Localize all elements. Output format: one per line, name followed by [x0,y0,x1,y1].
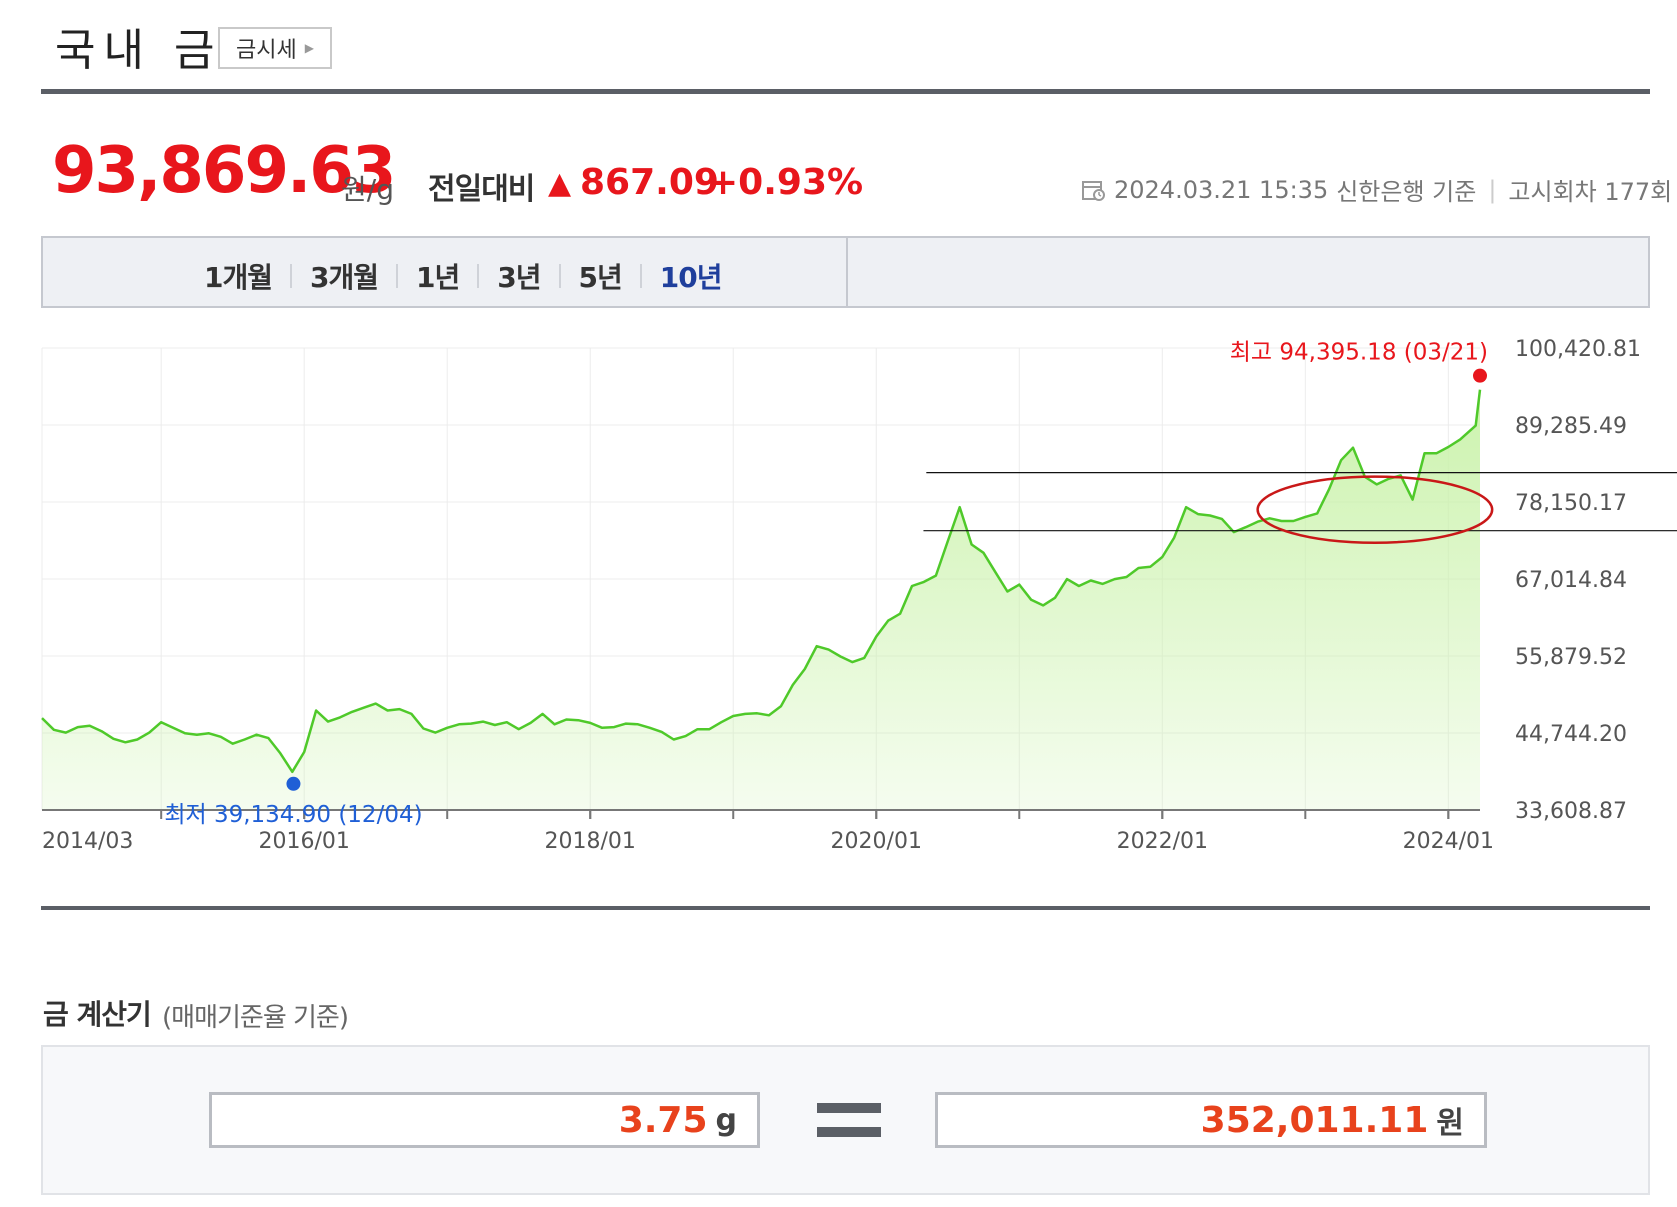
gold-price-chart: 100,420.81 89,285.49 78,150.17 67,014.84 55,… [41,337,1677,854]
x-tick-label: 2016/01 [258,829,349,854]
x-tick-label: 2018/01 [545,829,636,854]
price-area [42,389,1480,810]
gold-price-button[interactable]: 금시세 ▶ [218,27,332,69]
tab-separator [290,264,293,288]
tab-separator [558,264,561,288]
calculator-subtitle: (매매기준율 기준) [162,1003,349,1033]
tab-period-4[interactable]: 5년 [579,256,623,296]
tab-period-1[interactable]: 3개월 [310,256,379,296]
y-tick-label: 89,285.49 [1515,414,1627,439]
change-label: 전일대비 [428,172,535,207]
x-tick-label: 2020/01 [831,829,922,854]
x-tick-label: 2024/01 [1403,829,1494,854]
y-tick-label: 100,420.81 [1515,337,1641,362]
equals-icon [817,1103,881,1139]
up-arrow-icon: ▲ [548,166,572,201]
gram-unit: g [715,1102,737,1138]
chart-divider [41,906,1650,910]
won-unit: 원 [1436,1106,1464,1141]
x-tick-label: 2014/03 [42,829,133,854]
page-title: 국내 금 [55,25,223,76]
x-tick-label: 2022/01 [1117,829,1208,854]
tab-period-2[interactable]: 1년 [416,256,460,296]
tab-separator [396,264,399,288]
won-output[interactable]: 352,011.11 원 [935,1092,1487,1148]
notice-round: 고시회차 177회 [1508,178,1673,206]
tab-bar-divider [846,236,848,308]
y-tick-label: 78,150.17 [1515,491,1627,516]
min-point-marker [286,776,301,791]
y-tick-label: 67,014.84 [1515,568,1627,593]
gold-price-button-label: 금시세 [236,38,297,63]
tab-period-3[interactable]: 3년 [497,256,541,296]
header-divider [41,89,1650,94]
y-tick-label: 33,608.87 [1515,799,1627,824]
price-meta: 2024.03.21 15:35 신한은행 기준 | 고시회차 177회 [1082,172,1672,207]
change-value: 867.09 [580,162,719,203]
max-label: 최고 94,395.18 (03/21) [1230,340,1488,366]
price-unit: 원/g [341,173,394,206]
tab-separator [639,264,642,288]
calendar-icon [1082,180,1105,201]
change-percent: +0.93% [708,162,864,203]
y-tick-label: 44,744.20 [1515,722,1627,747]
calculator-title: 금 계산기 [43,998,152,1031]
tab-separator [477,264,480,288]
meta-separator: | [1488,175,1497,204]
won-value: 352,011.11 [1200,1099,1429,1141]
tab-period-0[interactable]: 1개월 [204,256,273,296]
min-label: 최저 39,134.90 (12/04) [164,802,422,828]
tab-period-5[interactable]: 10년 [660,256,723,296]
period-tabs: 1개월 3개월 1년 3년 5년 10년 [204,256,723,296]
triangle-right-icon: ▶ [304,41,314,55]
max-point-marker [1473,368,1487,383]
gram-input[interactable]: 3.75 g [209,1092,760,1148]
source: 신한은행 기준 [1336,178,1477,206]
gram-value: 3.75 [618,1099,708,1141]
y-tick-label: 55,879.52 [1515,645,1627,670]
timestamp: 2024.03.21 15:35 [1114,175,1329,204]
